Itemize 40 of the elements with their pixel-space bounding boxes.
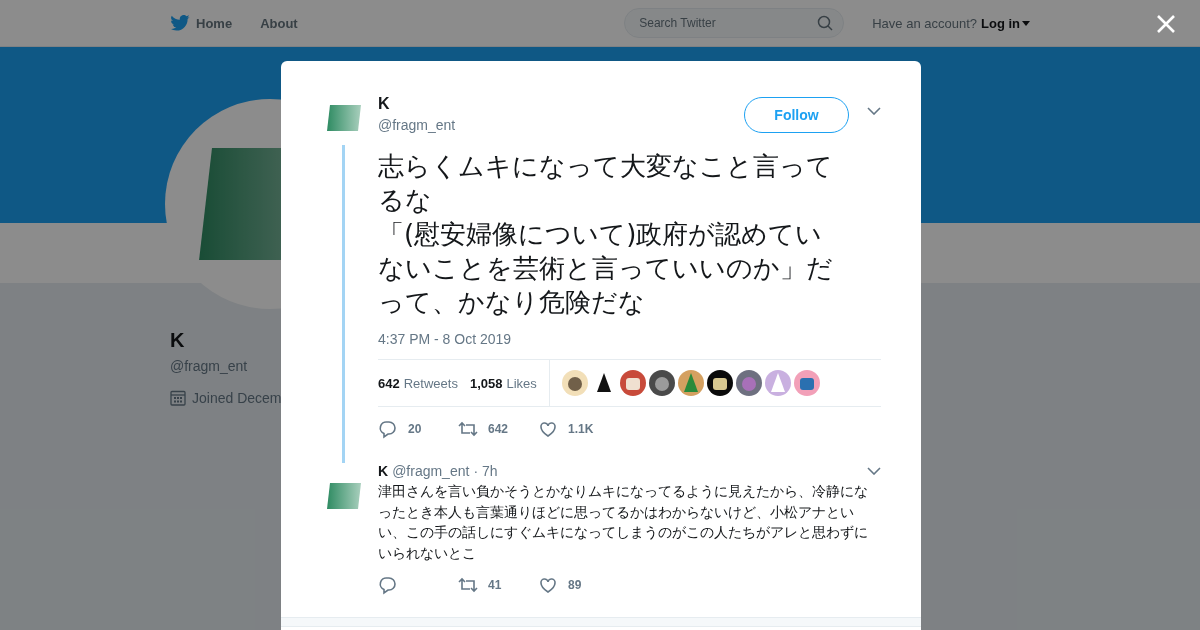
caret-icon[interactable] [867,107,881,115]
profile-name: K [170,329,185,352]
reply-icon[interactable] [378,575,398,595]
retweet-count[interactable]: 642 Retweets [378,375,458,391]
author-name[interactable]: K [378,95,744,113]
caret-icon[interactable] [867,467,881,475]
account-prompt: Have an account? [872,15,977,31]
retweet-count: 642 [488,422,509,436]
login-link[interactable]: Log in [981,15,1030,31]
avatar-logo-icon [327,483,361,509]
like-count[interactable]: 1,058 Likes [469,375,537,391]
search-icon [817,15,834,31]
like-count: 1.1K [568,422,594,436]
reply-time[interactable]: · 7h [473,463,498,479]
calendar-icon [170,390,186,406]
retweet-icon[interactable] [458,575,478,595]
follow-button[interactable]: Follow [744,97,849,133]
tweet-text: 志らくムキになって大変なこと言ってるな [378,150,834,217]
like-icon[interactable] [538,419,558,439]
like-icon[interactable] [538,575,558,595]
nav-link[interactable]: About [260,15,298,31]
search-field[interactable]: Search Twitter [624,8,845,38]
search-input[interactable]: Search Twitter [637,15,818,31]
avatar-logo-icon [327,105,361,131]
tweet-text: 「(慰安婦像について)政府が認めていないことを芸術と言っていいのか」だって、かなり危険だな [378,218,834,319]
reply-author-name[interactable]: K [378,463,389,479]
bird-icon [170,15,190,31]
tweet-timestamp[interactable]: 4:37 PM - 8 Oct 2019 [378,331,881,347]
reply-count: 20 [408,422,422,436]
reply-icon[interactable] [378,419,398,439]
retweet-icon[interactable] [458,419,478,439]
reply-text: 津田さんを言い負かそうとかなりムキになってるように見えたから、冷静になったとき本人も言葉通りほどに思ってるかはわからないけど、小松アナといい、この手の話しにすぐムキになってしまうのがこの人たちがアレと思わずにいられないとこ [378,482,869,563]
like-count: 89 [568,578,582,592]
reply-author-handle[interactable]: @fragm_ent [392,463,470,479]
caret-icon [1022,20,1030,26]
author-handle[interactable]: @fragm_ent [378,117,744,133]
retweet-count: 41 [488,578,502,592]
joined-date: Joined Decem [192,390,282,406]
nav-link[interactable]: Home [170,15,233,31]
profile-handle: @fragm_ent [170,358,248,374]
